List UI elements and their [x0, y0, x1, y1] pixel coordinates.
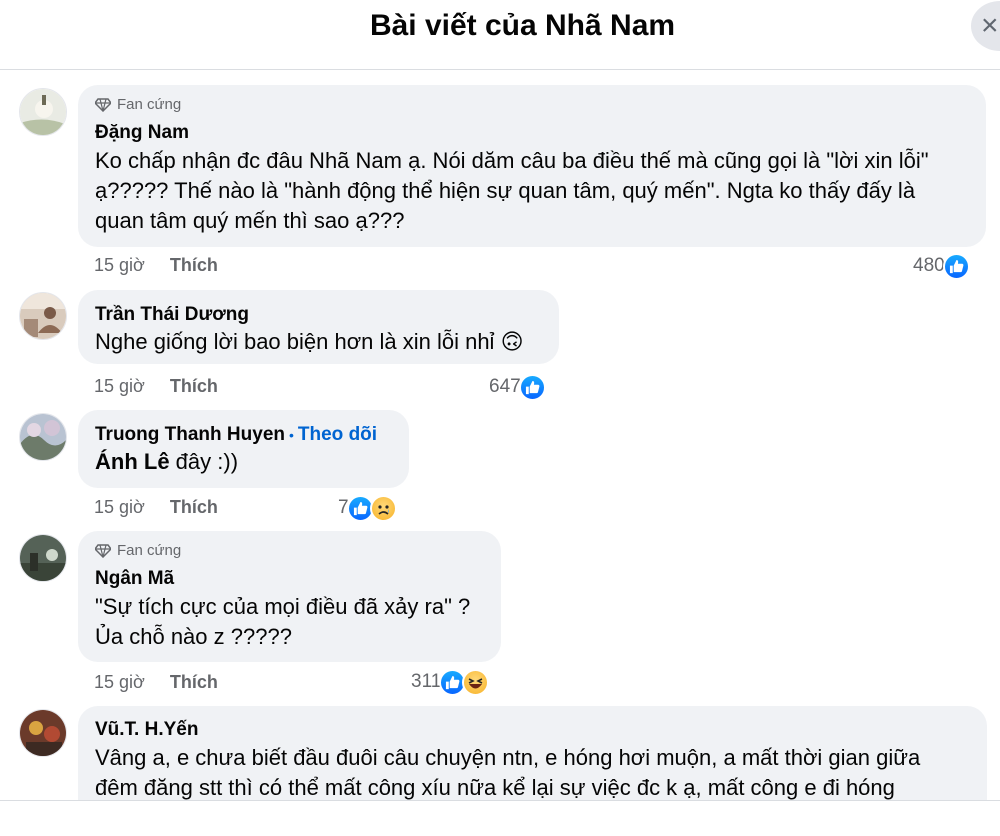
comment-time[interactable]: 15 giờ [94, 376, 145, 397]
reaction-count: 311 [411, 671, 442, 692]
badge-label: Fan cứng [117, 96, 182, 113]
avatar[interactable] [19, 709, 67, 757]
mention-link[interactable]: Ánh Lê [95, 449, 170, 474]
comment-actions: 15 giờ Thích [94, 376, 218, 397]
comment-text-wrap: Nghe giống lời bao biện hơn là xin lỗi n… [95, 327, 524, 357]
comment-bubble: Truong Thanh Huyen • Theo dõi Ánh Lê đây :… [78, 410, 409, 488]
reaction-summary[interactable]: 311 [411, 668, 490, 696]
comment-bubble: Fan cứng Đặng Nam Ko chấp nhận đc đâu Nh… [78, 85, 986, 247]
comment-text: Nghe giống lời bao biện hơn là xin lỗi n… [95, 329, 495, 354]
reaction-count: 480 [913, 255, 945, 276]
comment-bubble: Fan cứng Ngân Mã "Sự tích cực của mọi đi… [78, 531, 501, 662]
fan-badge: Fan cứng [95, 96, 181, 113]
avatar[interactable] [19, 292, 67, 340]
comment-author[interactable]: Truong Thanh Huyen [95, 424, 285, 445]
comment-author[interactable]: Ngân Mã [95, 568, 174, 590]
diamond-icon [95, 97, 111, 112]
avatar[interactable] [19, 88, 67, 136]
comment-author[interactable]: Vũ.T. H.Yến [95, 719, 198, 741]
comment-text: Ko chấp nhận đc đâu Nhã Nam ạ. Nói dăm c… [95, 148, 929, 233]
comment-actions: 15 giờ Thích [94, 672, 218, 693]
comment-text: "Sự tích cực của mọi điều đã xảy ra" ? Ủ… [95, 594, 471, 649]
comment-time[interactable]: 15 giờ [94, 672, 145, 693]
comment-time[interactable]: 15 giờ [94, 255, 145, 276]
reaction-count: 647 [489, 376, 521, 397]
comment-author-line: Truong Thanh Huyen • Theo dõi [95, 424, 377, 446]
close-icon: × [981, 9, 999, 42]
like-icon [518, 373, 546, 401]
like-button[interactable]: Thích [170, 672, 218, 693]
comment-time[interactable]: 15 giờ [94, 497, 145, 518]
reaction-summary[interactable]: 7 [338, 494, 397, 522]
like-button[interactable]: Thích [170, 255, 218, 276]
bottom-bar [0, 800, 1000, 836]
like-button[interactable]: Thích [170, 497, 218, 518]
comment-bubble: Trần Thái Dương Nghe giống lời bao biện … [78, 290, 559, 364]
dialog-header: Bài viết của Nhã Nam × [0, 0, 1000, 70]
sad-icon [369, 494, 397, 522]
separator-dot: • [289, 427, 294, 443]
comment-text: đây :)) [169, 449, 239, 474]
page-title: Bài viết của Nhã Nam [369, 9, 676, 42]
diamond-icon [95, 543, 111, 558]
comment-actions: 15 giờ Thích [94, 497, 218, 518]
comment-actions: 15 giờ Thích [94, 255, 218, 276]
avatar[interactable] [19, 534, 67, 582]
upside-down-face-emoji: 🙃 [500, 329, 524, 354]
reaction-summary[interactable]: 480 [913, 252, 970, 280]
like-button[interactable]: Thích [170, 376, 218, 397]
avatar[interactable] [19, 413, 67, 461]
badge-label: Fan cứng [117, 542, 182, 559]
reaction-summary[interactable]: 647 [489, 373, 546, 401]
comment-author[interactable]: Đặng Nam [95, 122, 189, 144]
like-icon [942, 252, 970, 280]
fan-badge: Fan cứng [95, 542, 181, 559]
comment-text: Vâng a, e chưa biết đầu đuôi câu chuyện … [95, 745, 921, 800]
comment-text-wrap: Ánh Lê đây :)) [95, 447, 238, 477]
follow-button[interactable]: Theo dõi [298, 424, 377, 445]
comment-author[interactable]: Trần Thái Dương [95, 304, 249, 326]
haha-icon [462, 668, 490, 696]
